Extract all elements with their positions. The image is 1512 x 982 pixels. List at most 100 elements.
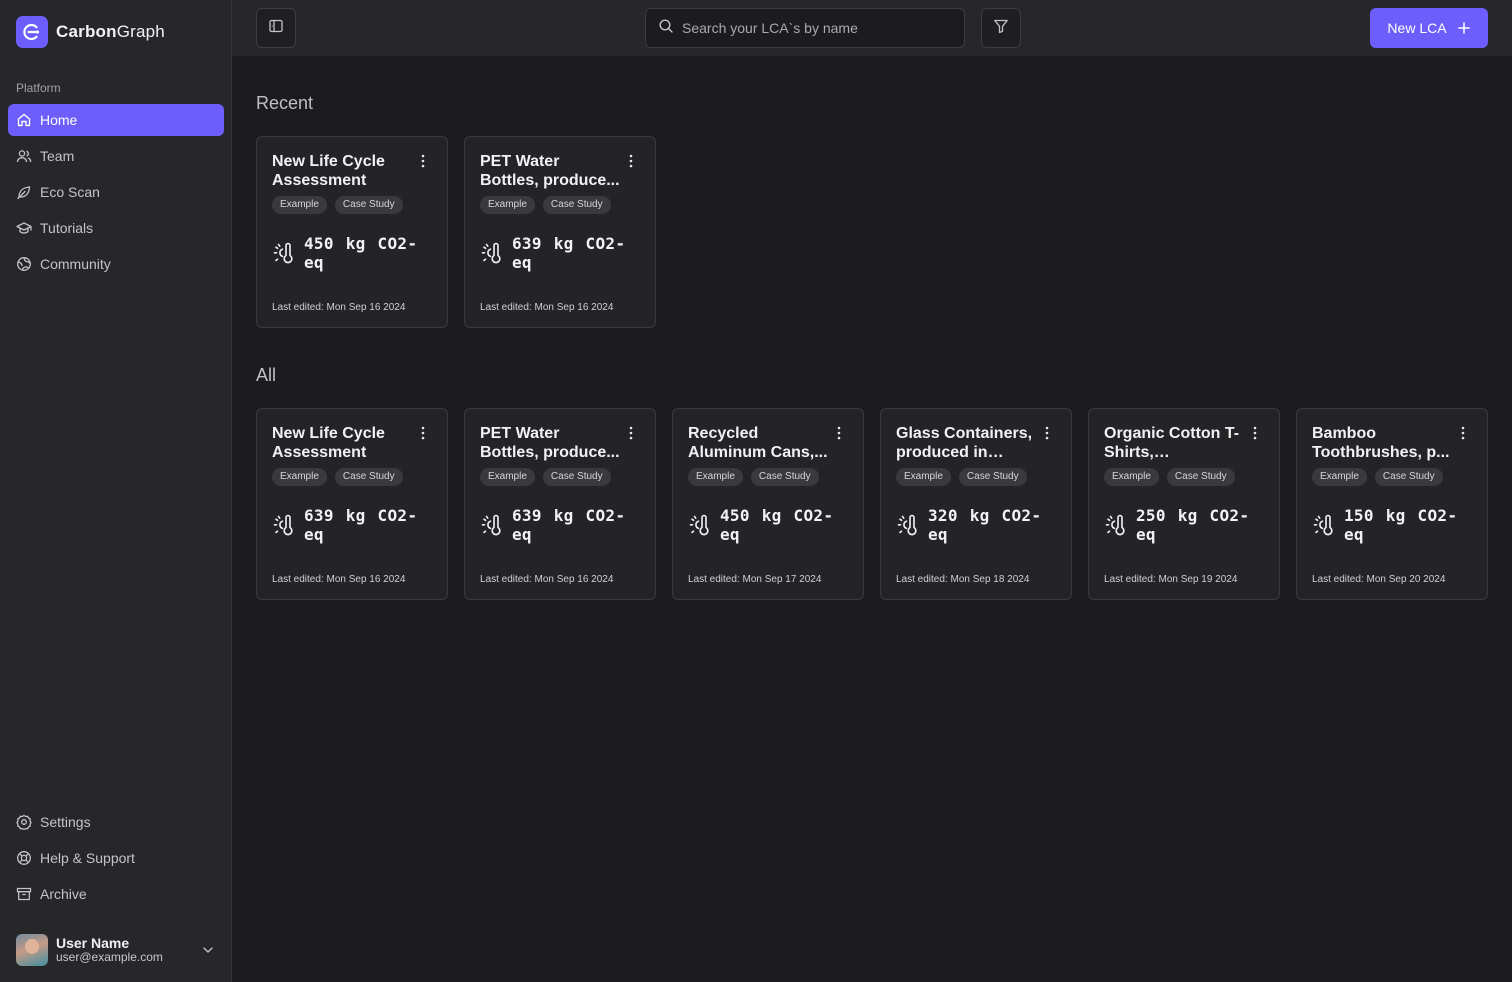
gear-icon: [16, 814, 32, 830]
more-vertical-icon[interactable]: [623, 153, 639, 169]
thermometer-sun-icon: [480, 241, 504, 265]
more-vertical-icon[interactable]: [1039, 425, 1055, 441]
brand[interactable]: CarbonGraph: [16, 16, 165, 48]
card-title: PET Water Bottles, produce...: [480, 425, 620, 461]
thermometer-sun-icon: [272, 241, 296, 265]
new-lca-label: New LCA: [1387, 20, 1447, 36]
tag-badge: Case Study: [750, 468, 819, 486]
tag-badge: Case Study: [958, 468, 1027, 486]
filter-icon: [993, 18, 1009, 39]
lca-card[interactable]: New Life Cycle Assessment Example Case S…: [256, 408, 448, 600]
graduation-cap-icon: [16, 220, 32, 236]
sidebar-item-team[interactable]: Team: [8, 140, 224, 172]
section-heading-all: All: [256, 365, 277, 385]
lca-card[interactable]: Glass Containers, produced in Fran... Ex…: [880, 408, 1072, 600]
tag-badge: Case Study: [334, 196, 403, 214]
sidebar-item-label: Team: [40, 148, 75, 164]
section-label-platform: Platform: [16, 81, 61, 95]
user-menu[interactable]: User Name user@example.com: [16, 934, 216, 966]
user-info: User Name user@example.com: [56, 935, 163, 965]
card-tags: Example Case Study: [688, 468, 848, 486]
card-tags: Example Case Study: [272, 196, 432, 214]
home-icon: [16, 112, 32, 128]
last-edited: Last edited: Mon Sep 18 2024: [896, 574, 1030, 585]
section-heading-recent: Recent: [256, 93, 314, 113]
carbongraph-logo-icon: [16, 16, 48, 48]
tag-badge: Case Study: [542, 468, 611, 486]
tag-badge: Example: [1312, 468, 1367, 486]
last-edited: Last edited: Mon Sep 16 2024: [272, 574, 406, 585]
emission-value: 150 kg CO2-eq: [1344, 506, 1458, 544]
tag-badge: Example: [272, 468, 327, 486]
sidebar-item-settings[interactable]: Settings: [8, 806, 224, 838]
tag-badge: Case Study: [542, 196, 611, 214]
sidebar-item-label: Archive: [40, 886, 87, 902]
last-edited: Last edited: Mon Sep 16 2024: [272, 302, 406, 313]
lca-card[interactable]: PET Water Bottles, produce... Example Ca…: [464, 136, 656, 328]
thermometer-sun-icon: [272, 513, 296, 537]
sidebar-item-community[interactable]: Community: [8, 248, 224, 280]
new-lca-button[interactable]: New LCA: [1370, 8, 1488, 48]
card-tags: Example Case Study: [896, 468, 1056, 486]
avatar: [16, 934, 48, 966]
sidebar-item-label: Tutorials: [40, 220, 94, 236]
card-title: Organic Cotton T-Shirts, produced...: [1104, 425, 1240, 461]
lca-card[interactable]: Recycled Aluminum Cans,... Example Case …: [672, 408, 864, 600]
emission-value: 639 kg CO2-eq: [304, 506, 418, 544]
more-vertical-icon[interactable]: [1455, 425, 1471, 441]
sidebar-item-label: Home: [40, 112, 78, 128]
sidebar-item-help-support[interactable]: Help & Support: [8, 842, 224, 874]
chevron-down-icon[interactable]: [200, 942, 216, 958]
filter-button[interactable]: [981, 8, 1021, 48]
lca-card[interactable]: Organic Cotton T-Shirts, produced... Exa…: [1088, 408, 1280, 600]
more-vertical-icon[interactable]: [415, 425, 431, 441]
sidebar-nav: Home Team Eco Scan Tutorials Community: [8, 104, 224, 284]
card-tags: Example Case Study: [1312, 468, 1472, 486]
search-input[interactable]: [682, 20, 942, 36]
sidebar-bottom-nav: Settings Help & Support Archive: [8, 806, 224, 914]
sidebar-item-label: Help & Support: [40, 850, 135, 866]
emission-value: 639 kg CO2-eq: [512, 506, 626, 544]
tag-badge: Example: [896, 468, 951, 486]
brand-name: CarbonGraph: [56, 22, 165, 41]
more-vertical-icon[interactable]: [415, 153, 431, 169]
card-tags: Example Case Study: [480, 196, 640, 214]
thermometer-sun-icon: [480, 513, 504, 537]
tag-badge: Example: [688, 468, 743, 486]
sidebar: CarbonGraph Platform Home Team Eco Scan: [0, 0, 232, 982]
last-edited: Last edited: Mon Sep 20 2024: [1312, 574, 1446, 585]
lca-card[interactable]: New Life Cycle Assessment Example Case S…: [256, 136, 448, 328]
card-tags: Example Case Study: [272, 468, 432, 486]
card-emission: 639 kg CO2-eq: [480, 234, 640, 272]
card-emission: 639 kg CO2-eq: [272, 506, 432, 544]
emission-value: 450 kg CO2-eq: [304, 234, 418, 272]
topbar: New LCA: [232, 0, 1512, 56]
last-edited: Last edited: Mon Sep 19 2024: [1104, 574, 1238, 585]
lca-card[interactable]: PET Water Bottles, produce... Example Ca…: [464, 408, 656, 600]
plus-icon: [1457, 21, 1471, 35]
sidebar-item-eco-scan[interactable]: Eco Scan: [8, 176, 224, 208]
sidebar-item-tutorials[interactable]: Tutorials: [8, 212, 224, 244]
sidebar-toggle-icon: [268, 18, 284, 39]
more-vertical-icon[interactable]: [1247, 425, 1263, 441]
sidebar-item-label: Community: [40, 256, 111, 272]
card-emission: 450 kg CO2-eq: [272, 234, 432, 272]
sidebar-item-archive[interactable]: Archive: [8, 878, 224, 910]
card-emission: 450 kg CO2-eq: [688, 506, 848, 544]
tag-badge: Case Study: [334, 468, 403, 486]
card-title: Recycled Aluminum Cans,...: [688, 425, 828, 461]
toggle-sidebar-button[interactable]: [256, 8, 296, 48]
thermometer-sun-icon: [1312, 513, 1336, 537]
more-vertical-icon[interactable]: [831, 425, 847, 441]
card-emission: 639 kg CO2-eq: [480, 506, 640, 544]
search-box[interactable]: [645, 8, 965, 48]
thermometer-sun-icon: [688, 513, 712, 537]
lca-card[interactable]: Bamboo Toothbrushes, p... Example Case S…: [1296, 408, 1488, 600]
more-vertical-icon[interactable]: [623, 425, 639, 441]
archive-icon: [16, 886, 32, 902]
tag-badge: Example: [1104, 468, 1159, 486]
card-tags: Example Case Study: [480, 468, 640, 486]
sidebar-item-home[interactable]: Home: [8, 104, 224, 136]
emission-value: 250 kg CO2-eq: [1136, 506, 1250, 544]
card-title: Glass Containers, produced in Fran...: [896, 425, 1033, 461]
